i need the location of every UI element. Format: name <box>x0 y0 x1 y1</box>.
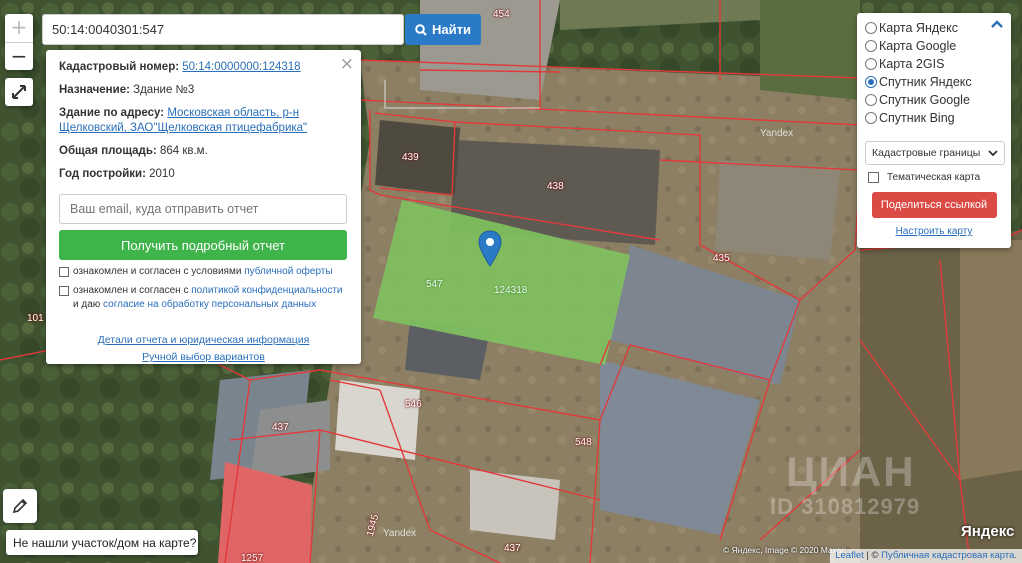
layer-option[interactable]: Спутник Google <box>865 91 1003 109</box>
share-link-button[interactable]: Поделиться ссылкой <box>871 192 997 218</box>
search-button-label: Найти <box>432 22 471 37</box>
draw-button[interactable] <box>3 489 37 523</box>
layer-option-label: Карта Google <box>879 39 957 53</box>
layer-option[interactable]: Карта Яндекс <box>865 19 1003 37</box>
cian-watermark: ЦИАН <box>786 448 916 495</box>
cadastral-number-row: Кадастровый номер: 50:14:0000000:124318 <box>59 60 348 75</box>
search-icon <box>415 23 427 36</box>
offer-consent-text: ознакомлен и согласен с условиями публич… <box>73 265 333 279</box>
year-value: 2010 <box>149 168 175 180</box>
purpose-value: Здание №3 <box>133 84 195 96</box>
purpose-row: Назначение: Здание №3 <box>59 83 348 98</box>
overlay-select[interactable]: Кадастровые границы <box>865 141 1005 165</box>
map-copyright: © Яндекс, Image © 2020 Maxar <box>723 545 845 555</box>
layer-switcher: Карта Яндекс Карта Google Карта 2GIS Спутни… <box>857 13 1011 248</box>
purpose-label: Назначение: <box>59 84 130 96</box>
leaflet-link[interactable]: Leaflet <box>835 550 864 561</box>
area-label: Общая площадь: <box>59 145 157 157</box>
manual-select-link[interactable]: Ручной выбор вариантов <box>59 349 348 366</box>
address-row: Здание по адресу: Московская область, р-… <box>59 106 348 136</box>
layer-option-label: Спутник Bing <box>879 111 955 125</box>
privacy-consent-mid: и даю <box>73 299 104 310</box>
parcel-label: 546 <box>405 399 422 410</box>
offer-consent-label: ознакомлен и согласен с условиями <box>73 266 245 277</box>
yandex-watermark: Yandex <box>383 528 417 539</box>
cadastral-number-label: Кадастровый номер: <box>59 61 180 73</box>
parcel-label: 548 <box>575 437 592 448</box>
object-info-panel: × Кадастровый номер: 50:14:0000000:12431… <box>46 50 361 364</box>
map-pin-icon[interactable] <box>478 230 502 268</box>
parcel-label: 101 <box>27 313 44 324</box>
offer-consent-checkbox[interactable] <box>59 267 69 277</box>
layer-list: Карта Яндекс Карта Google Карта 2GIS Спутни… <box>865 19 1003 127</box>
layer-option-label: Карта Яндекс <box>879 21 958 35</box>
layer-option-label: Карта 2GIS <box>879 57 945 71</box>
privacy-consent-text: ознакомлен и согласен с политикой конфид… <box>73 284 348 312</box>
area-row: Общая площадь: 864 кв.м. <box>59 144 348 159</box>
thematic-map-label: Тематическая карта <box>887 172 981 183</box>
fullscreen-button[interactable] <box>5 78 33 106</box>
get-report-button[interactable]: Получить подробный отчет <box>59 230 347 260</box>
layer-radio[interactable] <box>865 22 877 34</box>
layer-radio[interactable] <box>865 112 877 124</box>
attribution-separator: | © <box>863 550 882 561</box>
privacy-consent-row: ознакомлен и согласен с политикой конфид… <box>59 284 348 312</box>
setup-map-link[interactable]: Настроить карту <box>865 226 1003 237</box>
personal-data-link[interactable]: согласие на обработку персональных данны… <box>103 299 316 310</box>
yandex-watermark: Yandex <box>760 128 794 139</box>
panel-links: Детали отчета и юридическая информация Р… <box>59 332 348 366</box>
layer-option[interactable]: Карта Google <box>865 37 1003 55</box>
cian-watermark-id: ID 310812979 <box>770 494 921 519</box>
privacy-policy-link[interactable]: политикой конфиденциальности <box>191 285 342 296</box>
privacy-consent-checkbox[interactable] <box>59 286 69 296</box>
year-row: Год постройки: 2010 <box>59 167 348 182</box>
year-label: Год постройки: <box>59 168 146 180</box>
parcel-label: 437 <box>504 543 521 554</box>
overlay-select-value: Кадастровые границы <box>872 147 981 159</box>
zoom-in-button[interactable]: + <box>5 14 33 42</box>
search-button[interactable]: Найти <box>405 14 481 45</box>
parcel-label: 435 <box>713 253 730 264</box>
attribution-dot: . <box>1014 550 1017 561</box>
zoom-control: + − <box>5 14 33 70</box>
parcel-label: 437 <box>272 422 289 433</box>
layer-radio[interactable] <box>865 40 877 52</box>
layer-option-label: Спутник Яндекс <box>879 75 972 89</box>
layer-option[interactable]: Спутник Яндекс <box>865 73 1003 91</box>
chevron-up-icon[interactable] <box>991 19 1003 29</box>
parcel-label: 454 <box>493 9 510 20</box>
expand-icon <box>12 85 26 99</box>
parcel-label: 439 <box>402 152 419 163</box>
parcel-label: 547 <box>426 279 443 290</box>
zoom-out-button[interactable]: − <box>5 42 33 70</box>
parcel-label: 438 <box>547 181 564 192</box>
thematic-map-checkbox[interactable] <box>868 172 879 183</box>
chevron-down-icon <box>988 149 998 156</box>
search-input[interactable] <box>42 14 404 45</box>
not-found-button[interactable]: Не нашли участок/дом на карте? <box>6 530 198 555</box>
parcel-label: 124318 <box>494 285 528 296</box>
email-field[interactable] <box>59 194 347 224</box>
parcel-label: 1257 <box>241 553 264 563</box>
yandex-logo: Яндекс <box>961 523 1015 540</box>
close-icon[interactable]: × <box>340 54 354 74</box>
layer-radio[interactable] <box>865 94 877 106</box>
address-label: Здание по адресу: <box>59 107 165 119</box>
public-cadastral-map-link[interactable]: Публичная кадастровая карта <box>881 550 1014 561</box>
pencil-icon <box>12 498 28 514</box>
public-offer-link[interactable]: публичной оферты <box>244 266 332 277</box>
report-details-link[interactable]: Детали отчета и юридическая информация <box>59 332 348 349</box>
area-value: 864 кв.м. <box>159 145 208 157</box>
layer-radio[interactable] <box>865 76 877 88</box>
cadastral-number-link[interactable]: 50:14:0000000:124318 <box>182 61 300 73</box>
map-attribution: Leaflet | © Публичная кадастровая карта. <box>830 549 1022 563</box>
layer-option[interactable]: Спутник Bing <box>865 109 1003 127</box>
layer-option-label: Спутник Google <box>879 93 970 107</box>
thematic-map-row: Тематическая карта <box>865 172 1003 183</box>
layer-option[interactable]: Карта 2GIS <box>865 55 1003 73</box>
offer-consent-row: ознакомлен и согласен с условиями публич… <box>59 265 348 279</box>
layer-radio[interactable] <box>865 58 877 70</box>
privacy-consent-label: ознакомлен и согласен с <box>73 285 192 296</box>
